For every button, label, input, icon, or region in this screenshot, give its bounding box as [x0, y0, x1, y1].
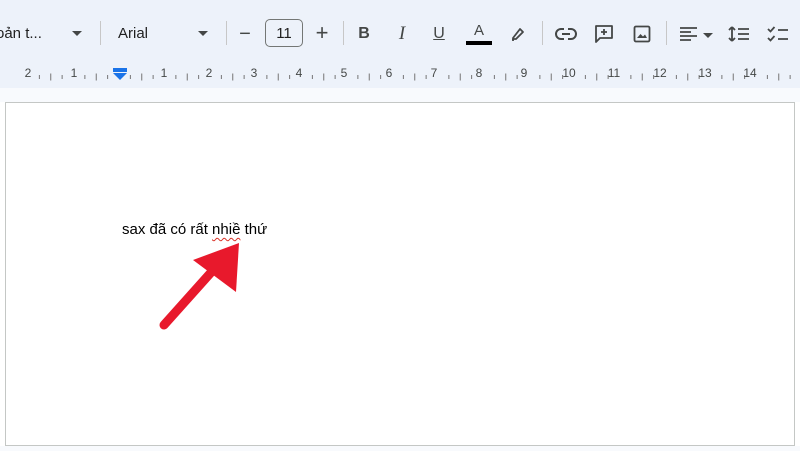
bottom-strip: [0, 446, 800, 451]
annotation-arrow-icon: [159, 243, 239, 330]
